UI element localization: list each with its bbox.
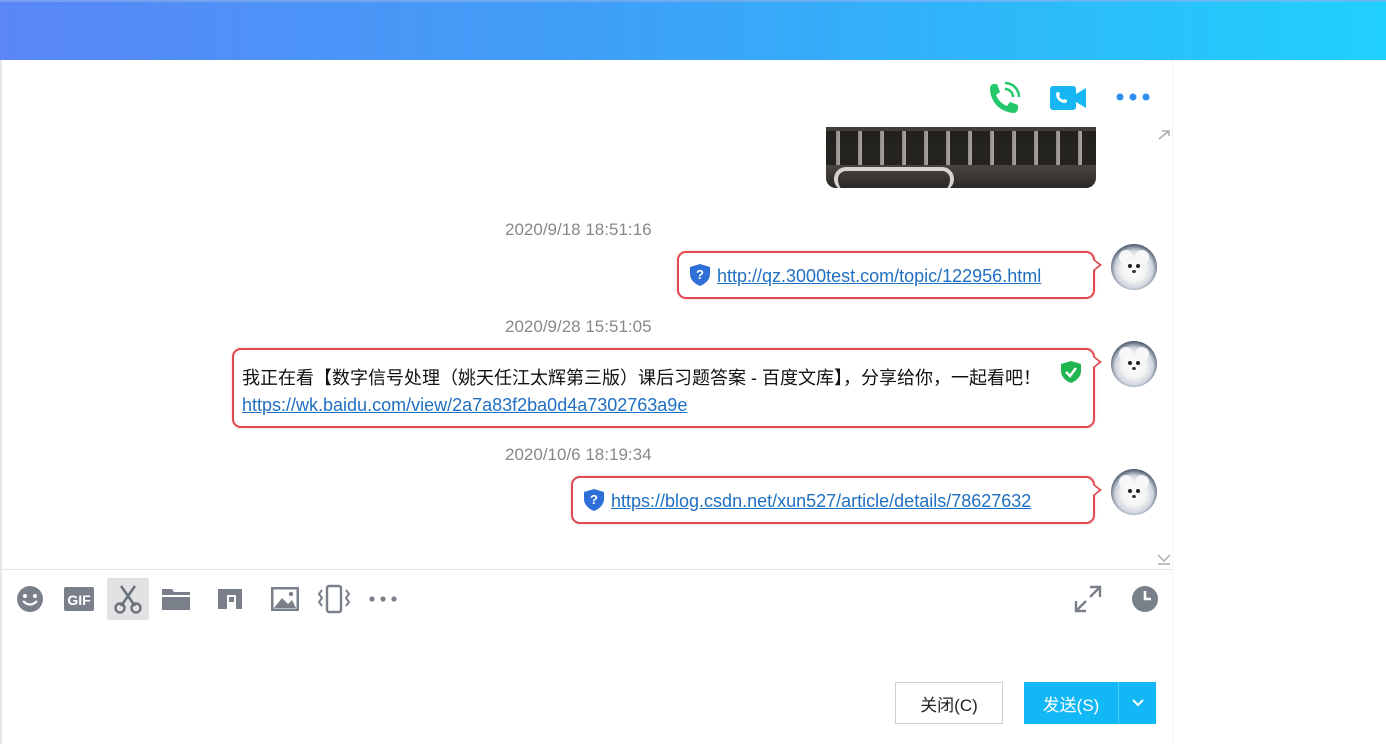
avatar-eye <box>1136 361 1140 365</box>
expand-icon[interactable] <box>1067 578 1109 620</box>
scissors-icon[interactable] <box>107 578 149 620</box>
send-options-button[interactable] <box>1118 682 1156 724</box>
message-timestamp: 2020/9/28 15:51:05 <box>505 317 652 336</box>
avatar-nose <box>1132 495 1136 498</box>
title-bar <box>0 0 1386 60</box>
photo-content <box>826 131 1096 165</box>
gif-icon[interactable]: GIF <box>58 578 100 620</box>
more-dots-icon[interactable] <box>362 578 404 620</box>
message-timestamp: 2020/9/18 18:51:16 <box>505 220 652 239</box>
video-camera-icon[interactable] <box>1048 82 1088 114</box>
avatar[interactable] <box>1111 469 1157 515</box>
left-edge <box>0 60 2 744</box>
image-icon[interactable] <box>264 578 306 620</box>
collapse-arrow-icon[interactable] <box>1156 128 1172 142</box>
send-button[interactable]: 发送(S) <box>1024 682 1118 724</box>
message-bubble[interactable]: ? http://qz.3000test.com/topic/122956.ht… <box>677 251 1102 299</box>
svg-text:?: ? <box>590 492 598 507</box>
title-strip <box>0 0 1386 2</box>
avatar-ear <box>1119 475 1133 489</box>
emoji-icon[interactable] <box>9 578 51 620</box>
message-link[interactable]: http://qz.3000test.com/topic/122956.html <box>717 266 1041 287</box>
message-text: 我正在看【数字信号处理（姚天任江太辉第三版）课后习题答案 - 百度文库】，分享给… <box>242 368 1041 388</box>
avatar-ear <box>1119 250 1133 264</box>
avatar-ear <box>1119 347 1133 361</box>
message-link[interactable]: https://wk.baidu.com/view/2a7a83f2ba0d4a… <box>242 395 687 416</box>
phone-icon[interactable] <box>984 80 1022 118</box>
chevron-down-icon <box>1131 699 1144 707</box>
avatar-eye <box>1136 264 1140 268</box>
music-note-icon[interactable] <box>209 578 251 620</box>
side-panel <box>1172 60 1386 744</box>
clock-icon[interactable] <box>1124 578 1166 620</box>
avatar-eye <box>1128 264 1132 268</box>
scroll-down-icon[interactable] <box>1156 552 1172 566</box>
avatar-eye <box>1128 489 1132 493</box>
avatar[interactable] <box>1111 341 1157 387</box>
image-message[interactable] <box>826 127 1096 188</box>
message-bubble[interactable]: ? https://blog.csdn.net/xun527/article/d… <box>571 476 1102 524</box>
avatar-eye <box>1136 489 1140 493</box>
unknown-shield-icon: ? <box>689 263 711 287</box>
safe-shield-icon <box>1060 360 1082 384</box>
avatar-eye <box>1128 361 1132 365</box>
gif-label: GIF <box>67 592 91 608</box>
svg-text:?: ? <box>696 267 704 282</box>
avatar[interactable] <box>1111 244 1157 290</box>
avatar-ear <box>1135 347 1149 361</box>
shake-icon[interactable] <box>313 578 355 620</box>
message-link[interactable]: https://blog.csdn.net/xun527/article/det… <box>611 491 1031 512</box>
avatar-ear <box>1135 475 1149 489</box>
avatar-nose <box>1132 367 1136 370</box>
photo-content-cable <box>834 167 954 188</box>
unknown-shield-icon: ? <box>583 488 605 512</box>
more-dots-icon[interactable] <box>1114 88 1152 106</box>
avatar-nose <box>1132 270 1136 273</box>
close-button[interactable]: 关闭(C) <box>895 682 1003 724</box>
message-timestamp: 2020/10/6 18:19:34 <box>505 445 652 464</box>
avatar-ear <box>1135 250 1149 264</box>
message-bubble[interactable]: 我正在看【数字信号处理（姚天任江太辉第三版）课后习题答案 - 百度文库】，分享给… <box>232 348 1102 428</box>
input-divider <box>2 569 1172 570</box>
folder-icon[interactable] <box>155 578 197 620</box>
